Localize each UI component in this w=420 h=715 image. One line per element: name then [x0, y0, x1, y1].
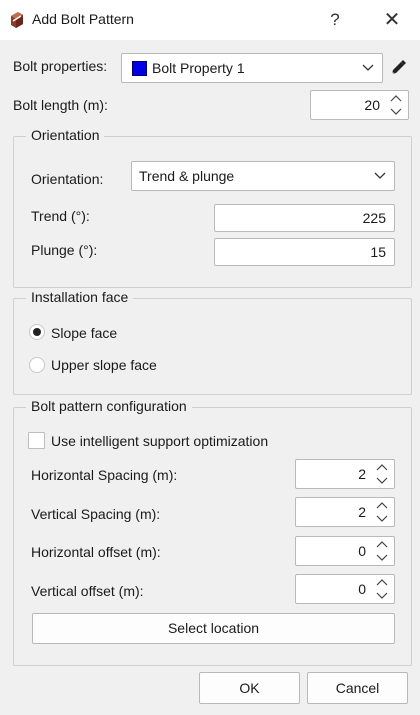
optimization-label[interactable]: Use intelligent support optimization: [51, 433, 268, 449]
vertical-spacing-spinner[interactable]: [374, 500, 390, 524]
vertical-spacing-input[interactable]: 2: [295, 497, 395, 527]
trend-value: 225: [362, 210, 386, 226]
ok-button[interactable]: OK: [199, 672, 300, 704]
chevron-down-icon: [374, 172, 386, 179]
orientation-select[interactable]: Trend & plunge: [131, 161, 395, 191]
close-button[interactable]: ✕: [378, 8, 406, 32]
horizontal-offset-spinner[interactable]: [374, 539, 390, 563]
bolt-properties-label: Bolt properties:: [13, 58, 108, 74]
slope-face-label[interactable]: Slope face: [51, 325, 117, 341]
edit-pen-icon[interactable]: [389, 59, 407, 77]
upper-slope-face-radio[interactable]: [29, 357, 45, 373]
horizontal-spacing-value: 2: [358, 466, 366, 482]
select-location-button[interactable]: Select location: [32, 613, 395, 644]
plunge-input[interactable]: 15: [214, 238, 395, 266]
chevron-down-icon: [362, 64, 374, 71]
orientation-value: Trend & plunge: [139, 168, 235, 184]
help-button[interactable]: ?: [322, 8, 348, 32]
plunge-value: 15: [370, 244, 386, 260]
trend-input[interactable]: 225: [214, 204, 395, 232]
installation-face-group: Installation face: [13, 289, 412, 395]
chevron-down-icon[interactable]: [374, 589, 390, 601]
bolt-pattern-group-title: Bolt pattern configuration: [26, 398, 192, 414]
bolt-length-input[interactable]: 20: [310, 90, 409, 120]
bolt-color-swatch: [132, 60, 147, 76]
chevron-up-icon[interactable]: [374, 577, 390, 589]
horizontal-offset-input[interactable]: 0: [295, 536, 395, 566]
vertical-offset-label: Vertical offset (m):: [31, 583, 144, 599]
vertical-spacing-value: 2: [358, 504, 366, 520]
horizontal-spacing-input[interactable]: 2: [295, 459, 395, 489]
bolt-properties-select[interactable]: Bolt Property 1: [121, 53, 383, 83]
chevron-down-icon[interactable]: [374, 551, 390, 563]
trend-label: Trend (°):: [31, 208, 90, 224]
cancel-button[interactable]: Cancel: [307, 672, 408, 704]
vertical-offset-spinner[interactable]: [374, 577, 390, 601]
vertical-spacing-label: Vertical Spacing (m):: [31, 506, 161, 522]
installation-face-group-title: Installation face: [26, 289, 134, 305]
horizontal-offset-value: 0: [358, 543, 366, 559]
horizontal-spacing-spinner[interactable]: [374, 462, 390, 486]
vertical-offset-input[interactable]: 0: [295, 574, 395, 604]
chevron-down-icon[interactable]: [388, 105, 404, 117]
optimization-checkbox[interactable]: [28, 432, 45, 449]
upper-slope-face-label[interactable]: Upper slope face: [51, 357, 157, 373]
chevron-up-icon[interactable]: [374, 539, 390, 551]
title-bar: Add Bolt Pattern ? ✕: [0, 0, 420, 40]
orientation-label: Orientation:: [31, 171, 104, 187]
chevron-up-icon[interactable]: [374, 462, 390, 474]
horizontal-spacing-label: Horizontal Spacing (m):: [31, 467, 178, 483]
bolt-properties-value: Bolt Property 1: [152, 60, 245, 76]
chevron-down-icon[interactable]: [374, 512, 390, 524]
plunge-label: Plunge (°):: [31, 242, 98, 258]
chevron-up-icon[interactable]: [388, 93, 404, 105]
chevron-up-icon[interactable]: [374, 500, 390, 512]
bolt-length-label: Bolt length (m):: [13, 97, 108, 113]
bolt-length-value: 20: [364, 97, 380, 113]
window-title: Add Bolt Pattern: [32, 11, 134, 27]
vertical-offset-value: 0: [358, 581, 366, 597]
chevron-down-icon[interactable]: [374, 474, 390, 486]
horizontal-offset-label: Horizontal offset (m):: [31, 544, 161, 560]
bolt-length-spinner[interactable]: [388, 93, 404, 117]
app-icon: [11, 12, 23, 28]
orientation-group-title: Orientation: [26, 127, 105, 143]
slope-face-radio[interactable]: [29, 324, 45, 340]
